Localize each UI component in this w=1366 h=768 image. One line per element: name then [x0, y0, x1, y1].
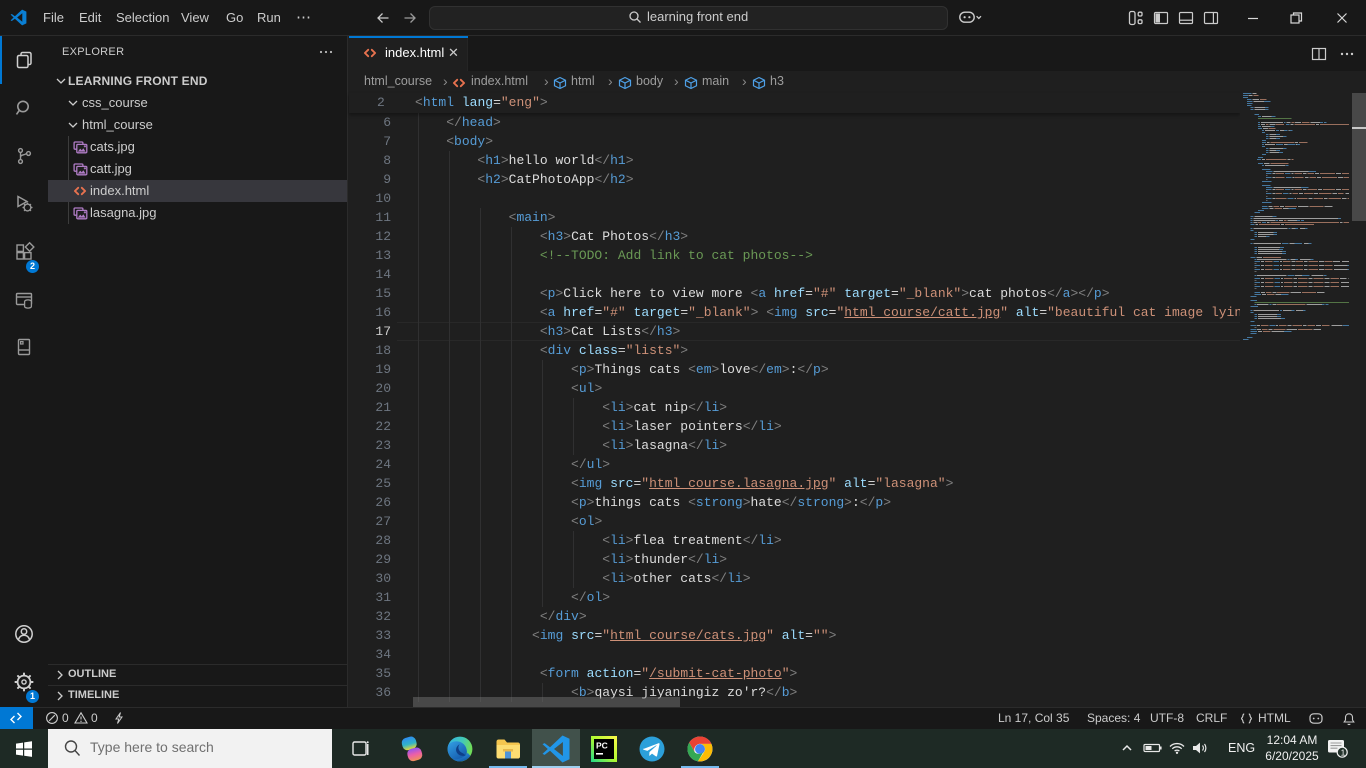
svg-text:PC: PC — [596, 740, 608, 750]
svg-text:1: 1 — [1341, 748, 1346, 757]
